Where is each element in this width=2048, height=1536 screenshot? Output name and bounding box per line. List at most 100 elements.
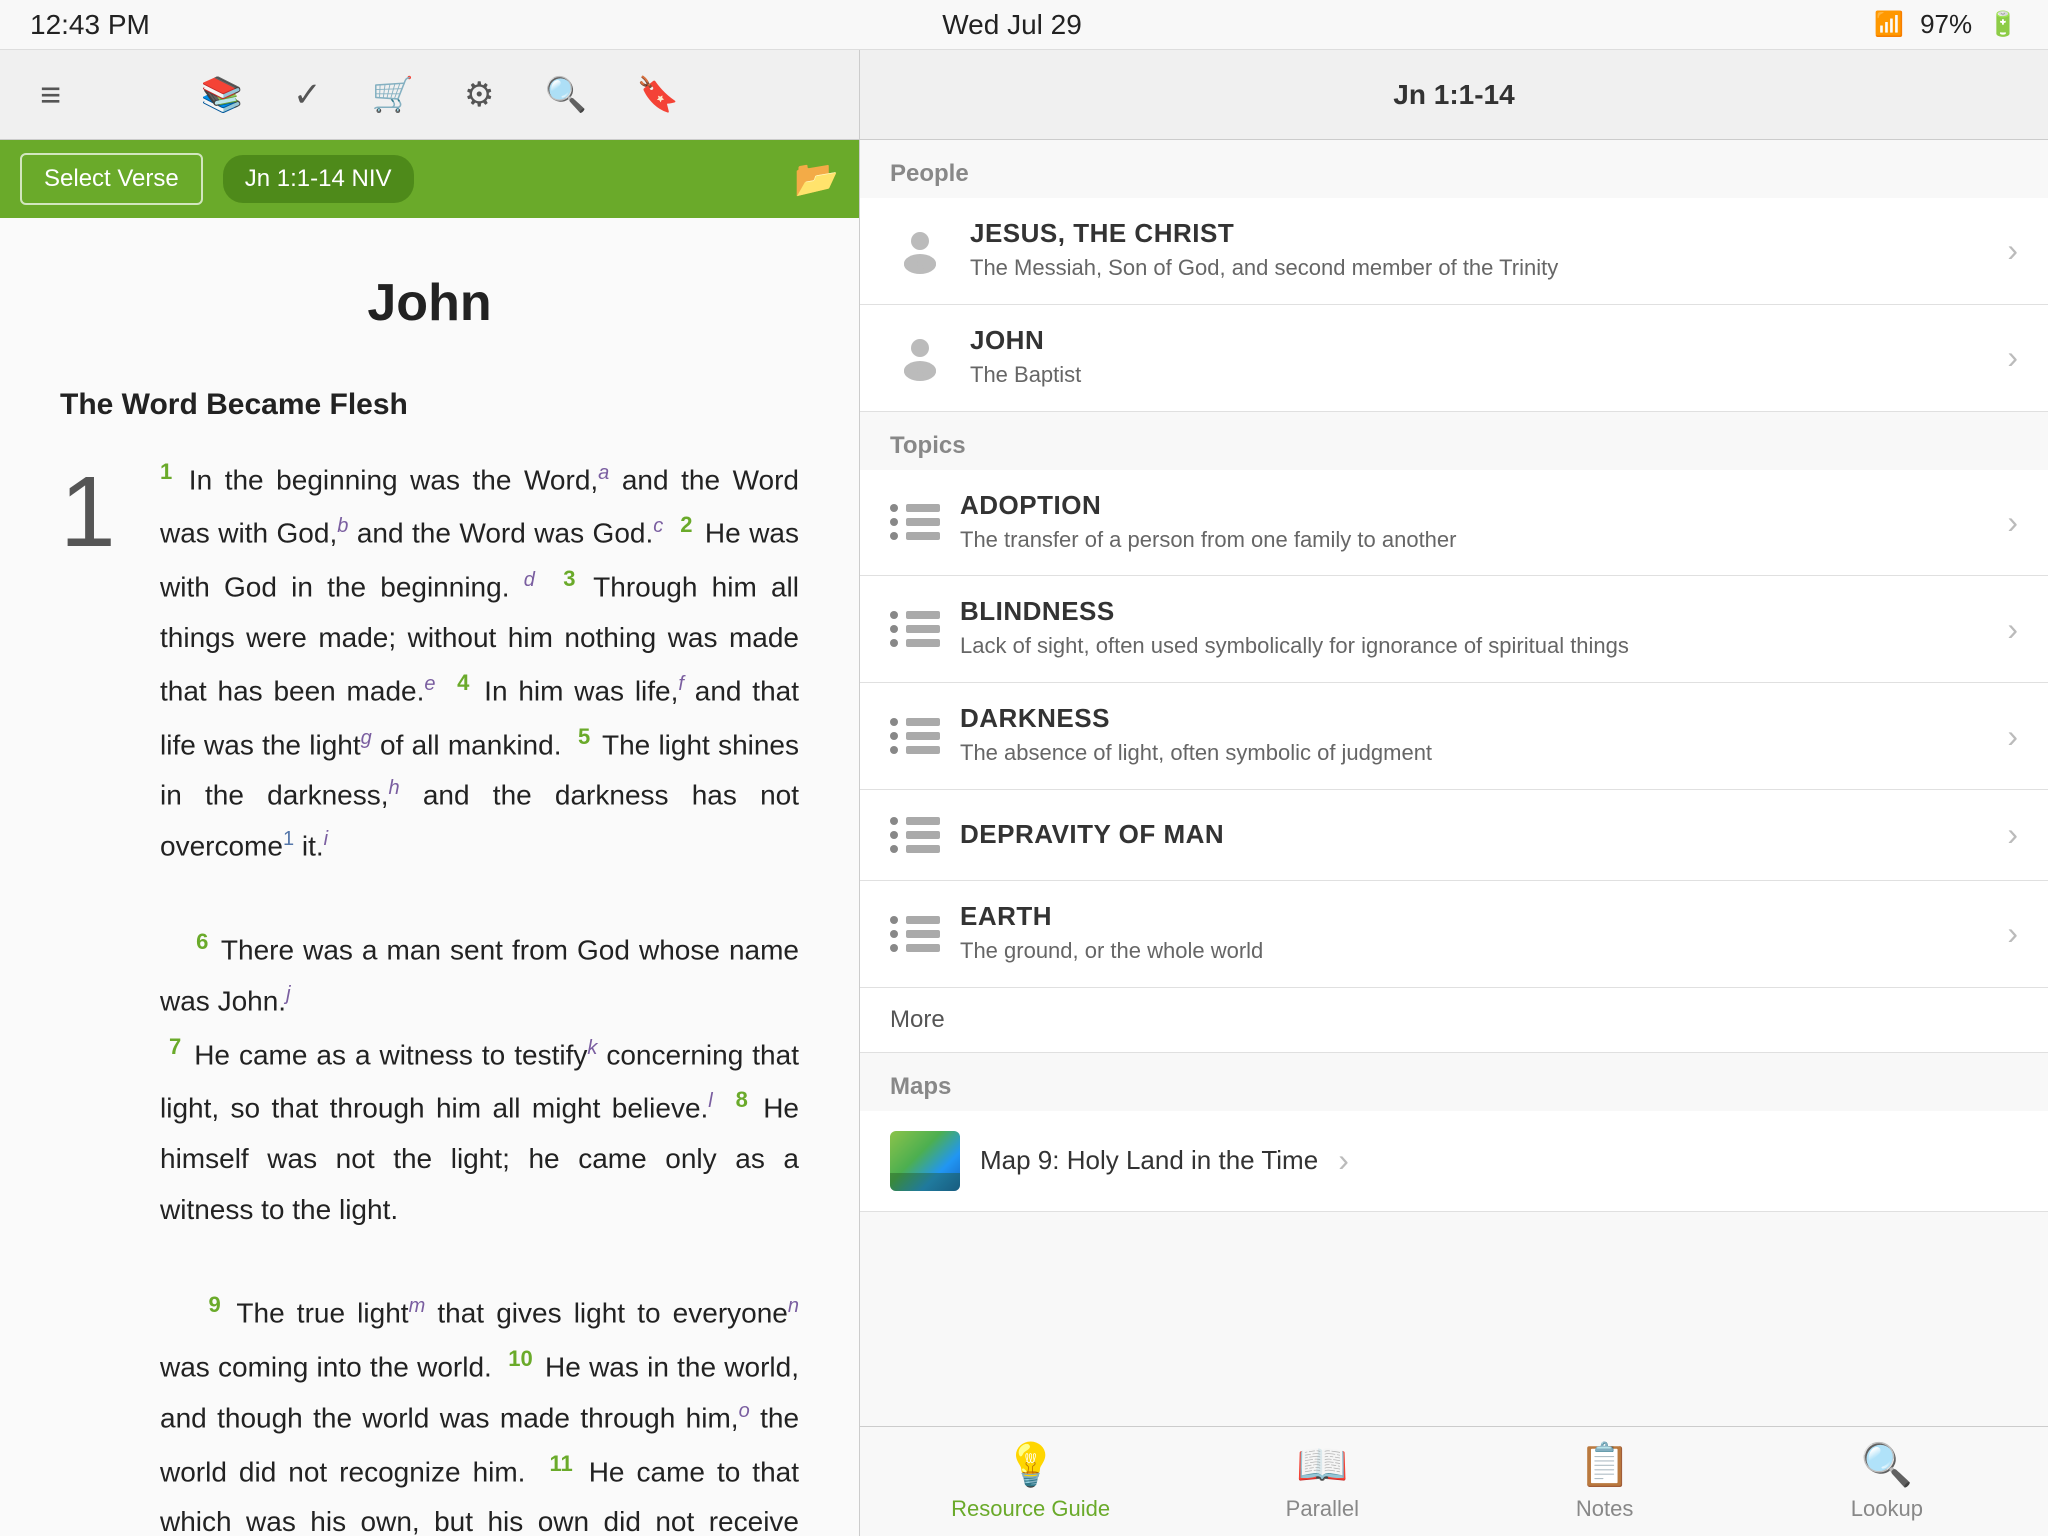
verse-num-11: 11 bbox=[549, 1451, 572, 1476]
topic-icon-blindness bbox=[890, 604, 940, 654]
resource-panel: Jn 1:1-14 People JESUS, THE CHRIST bbox=[860, 50, 2048, 1536]
bookmark-icon[interactable]: 🔖 bbox=[637, 75, 679, 115]
nav-lookup[interactable]: 🔍 Lookup bbox=[1817, 1441, 1957, 1522]
footnote-c: c bbox=[653, 515, 663, 537]
people-jesus-subtitle: The Messiah, Son of God, and second memb… bbox=[970, 253, 1987, 284]
status-date: Wed Jul 29 bbox=[942, 9, 1082, 41]
topic-icon-depravity bbox=[890, 810, 940, 860]
chevron-icon: › bbox=[2007, 915, 2018, 952]
people-section-label: People bbox=[860, 140, 2048, 198]
settings-icon[interactable]: ⚙ bbox=[464, 75, 494, 115]
topic-earth-text: EARTH The ground, or the whole world bbox=[960, 901, 1987, 967]
person-icon-jesus bbox=[890, 221, 950, 281]
menu-icon[interactable]: ≡ bbox=[40, 74, 61, 116]
topic-darkness-title: DARKNESS bbox=[960, 703, 1987, 734]
map-item[interactable]: Map 9: Holy Land in the Time › bbox=[860, 1111, 2048, 1212]
select-verse-button[interactable]: Select Verse bbox=[20, 153, 203, 205]
notes-label: Notes bbox=[1576, 1496, 1633, 1522]
topic-blindness-text: BLINDNESS Lack of sight, often used symb… bbox=[960, 596, 1987, 662]
parallel-icon: 📖 bbox=[1296, 1441, 1348, 1490]
topic-icon-earth bbox=[890, 909, 940, 959]
maps-section-label: Maps bbox=[860, 1053, 2048, 1111]
topic-blindness-title: BLINDNESS bbox=[960, 596, 1987, 627]
footnote-g: g bbox=[361, 727, 372, 749]
resource-guide-label: Resource Guide bbox=[951, 1496, 1110, 1522]
footnote-n: n bbox=[788, 1295, 799, 1317]
checkmark-icon[interactable]: ✓ bbox=[293, 75, 322, 115]
wifi-icon: 📶 bbox=[1874, 10, 1904, 39]
nav-resource-guide[interactable]: 💡 Resource Guide bbox=[951, 1441, 1110, 1522]
bottom-navigation: 💡 Resource Guide 📖 Parallel 📋 Notes 🔍 Lo… bbox=[860, 1426, 2048, 1536]
chevron-icon: › bbox=[2007, 339, 2018, 376]
chevron-icon: › bbox=[2007, 611, 2018, 648]
topic-depravity-title: DEPRAVITY OF MAN bbox=[960, 819, 1987, 850]
resource-header-title: Jn 1:1-14 bbox=[1393, 79, 1514, 111]
topic-darkness-subtitle: The absence of light, often symbolic of … bbox=[960, 738, 1987, 769]
verse-selector-bar: Select Verse Jn 1:1-14 NIV 📂 bbox=[0, 140, 859, 218]
more-link[interactable]: More bbox=[860, 988, 2048, 1053]
library-icon[interactable]: 📚 bbox=[201, 75, 243, 115]
people-jesus-title: JESUS, THE CHRIST bbox=[970, 218, 1987, 249]
verse-reference-badge[interactable]: Jn 1:1-14 NIV bbox=[223, 155, 414, 203]
folder-icon[interactable]: 📂 bbox=[794, 158, 839, 200]
battery-icon: 🔋 bbox=[1988, 10, 2018, 39]
topic-adoption-text: ADOPTION The transfer of a person from o… bbox=[960, 490, 1987, 556]
topic-icon-adoption bbox=[890, 497, 940, 547]
parallel-label: Parallel bbox=[1286, 1496, 1359, 1522]
people-jesus-text: JESUS, THE CHRIST The Messiah, Son of Go… bbox=[970, 218, 1987, 284]
app-container: ≡ 📚 ✓ 🛒 ⚙ 🔍 🔖 Select Verse Jn 1:1-14 NIV… bbox=[0, 50, 2048, 1536]
verse-num-6: 6 bbox=[196, 929, 208, 954]
cross-ref-1: 1 bbox=[283, 828, 294, 850]
footnote-l: l bbox=[708, 1090, 712, 1112]
footnote-h: h bbox=[389, 777, 400, 799]
nav-parallel[interactable]: 📖 Parallel bbox=[1252, 1441, 1392, 1522]
people-item-jesus[interactable]: JESUS, THE CHRIST The Messiah, Son of Go… bbox=[860, 198, 2048, 305]
people-item-john[interactable]: JOHN The Baptist › bbox=[860, 305, 2048, 412]
chevron-icon: › bbox=[1338, 1142, 1349, 1179]
resource-guide-icon: 💡 bbox=[1004, 1441, 1056, 1490]
chevron-icon: › bbox=[2007, 816, 2018, 853]
footnote-k: k bbox=[587, 1037, 597, 1059]
topic-item-darkness[interactable]: DARKNESS The absence of light, often sym… bbox=[860, 683, 2048, 790]
map-title: Map 9: Holy Land in the Time bbox=[980, 1145, 1318, 1176]
status-bar: 12:43 PM Wed Jul 29 📶 97% 🔋 bbox=[0, 0, 2048, 50]
verse-num-8: 8 bbox=[736, 1087, 748, 1112]
verse-num-9: 9 bbox=[209, 1292, 221, 1317]
verse-num-4: 4 bbox=[457, 670, 469, 695]
topic-adoption-title: ADOPTION bbox=[960, 490, 1987, 521]
footnote-f: f bbox=[678, 673, 684, 695]
lookup-label: Lookup bbox=[1851, 1496, 1923, 1522]
bible-text-area: John The Word Became Flesh 1 1 In the be… bbox=[0, 218, 859, 1536]
footnote-j: j bbox=[286, 983, 290, 1005]
chevron-icon: › bbox=[2007, 232, 2018, 269]
people-john-title: JOHN bbox=[970, 325, 1987, 356]
topic-item-depravity[interactable]: DEPRAVITY OF MAN › bbox=[860, 790, 2048, 881]
topic-item-adoption[interactable]: ADOPTION The transfer of a person from o… bbox=[860, 470, 2048, 577]
cart-icon[interactable]: 🛒 bbox=[372, 75, 414, 115]
nav-notes[interactable]: 📋 Notes bbox=[1535, 1441, 1675, 1522]
topic-earth-subtitle: The ground, or the whole world bbox=[960, 936, 1987, 967]
toolbar: ≡ 📚 ✓ 🛒 ⚙ 🔍 🔖 bbox=[0, 50, 859, 140]
notes-icon: 📋 bbox=[1578, 1441, 1630, 1490]
map-thumbnail bbox=[890, 1131, 960, 1191]
verse-num-3: 3 bbox=[563, 566, 575, 591]
verse-num-5: 5 bbox=[578, 724, 590, 749]
footnote-e: e bbox=[424, 673, 435, 695]
resource-header: Jn 1:1-14 bbox=[860, 50, 2048, 140]
search-icon[interactable]: 🔍 bbox=[545, 75, 587, 115]
topic-item-blindness[interactable]: BLINDNESS Lack of sight, often used symb… bbox=[860, 576, 2048, 683]
topic-icon-darkness bbox=[890, 711, 940, 761]
topic-earth-title: EARTH bbox=[960, 901, 1987, 932]
chevron-icon: › bbox=[2007, 504, 2018, 541]
verse-num-7: 7 bbox=[169, 1034, 181, 1059]
footnote-m: m bbox=[409, 1295, 426, 1317]
footnote-i: i bbox=[324, 828, 328, 850]
people-john-text: JOHN The Baptist bbox=[970, 325, 1987, 391]
footnote-d: d bbox=[524, 569, 535, 591]
topic-item-earth[interactable]: EARTH The ground, or the whole world › bbox=[860, 881, 2048, 988]
battery-percent: 97% bbox=[1920, 9, 1972, 40]
status-time: 12:43 PM bbox=[30, 9, 150, 41]
chapter-number: 1 bbox=[60, 452, 140, 1536]
footnote-a: a bbox=[598, 462, 609, 484]
section-heading: The Word Became Flesh bbox=[60, 379, 799, 432]
